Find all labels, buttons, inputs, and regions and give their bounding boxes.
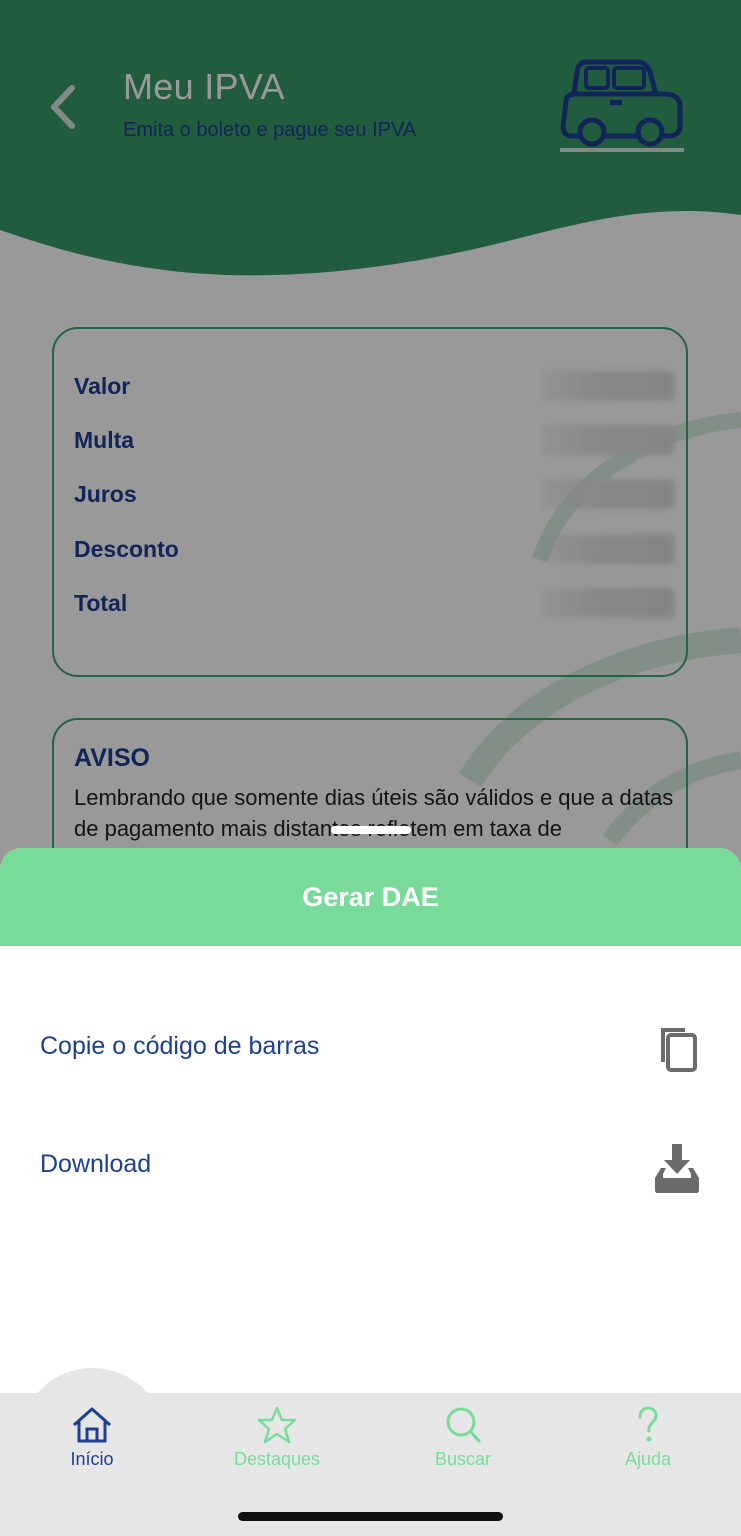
star-icon: [257, 1406, 297, 1444]
copy-icon: [661, 1028, 697, 1072]
home-icon: [73, 1407, 111, 1443]
download-label: Download: [40, 1150, 152, 1178]
search-icon: [446, 1407, 481, 1443]
home-indicator: [238, 1512, 503, 1521]
tab-buscar[interactable]: Buscar: [398, 1405, 528, 1470]
sheet-title: Gerar DAE: [302, 881, 439, 912]
tab-destaques[interactable]: Destaques: [212, 1405, 342, 1470]
tab-buscar-label: Buscar: [434, 1449, 492, 1469]
help-icon: [638, 1406, 658, 1442]
tab-inicio-label: Início: [70, 1449, 114, 1469]
tab-ajuda[interactable]: Ajuda: [583, 1405, 713, 1470]
download-icon: [655, 1144, 699, 1193]
sheet-drag-handle[interactable]: [331, 826, 411, 834]
tab-destaques-label: Destaques: [233, 1449, 321, 1469]
copy-barcode-option[interactable]: Copie o código de barras: [0, 1010, 741, 1090]
tab-ajuda-label: Ajuda: [624, 1449, 672, 1469]
copy-barcode-label: Copie o código de barras: [40, 1032, 320, 1060]
tab-inicio[interactable]: Início: [27, 1405, 157, 1470]
download-option[interactable]: Download: [0, 1128, 741, 1208]
sheet-header: Gerar DAE: [0, 848, 741, 946]
